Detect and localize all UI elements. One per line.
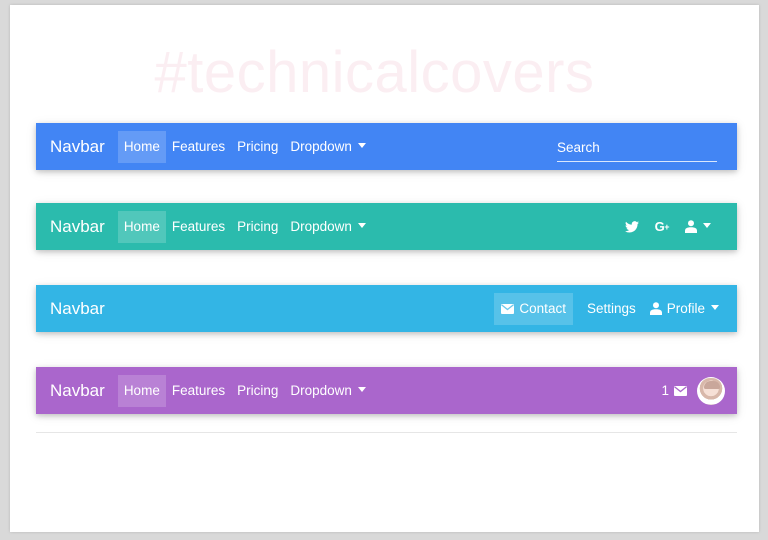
settings-link[interactable]: Settings [581,293,642,325]
nav-dropdown-label: Dropdown [290,138,352,154]
nav-links: Home Features Pricing Dropdown [117,123,372,170]
nav-dropdown-label: Dropdown [290,382,352,398]
twitter-icon[interactable] [617,212,647,242]
profile-dropdown[interactable]: Profile [649,301,719,316]
caret-down-icon [357,143,366,149]
navbar-teal: Navbar Home Features Pricing Dropdown G + [36,203,737,250]
navbar-purple: Navbar Home Features Pricing Dropdown 1 [36,367,737,414]
nav-pricing[interactable]: Pricing [231,211,284,243]
contact-link[interactable]: Contact [494,292,573,325]
social-icons: G + [617,212,719,242]
divider [36,432,737,433]
nav-dropdown[interactable]: Dropdown [284,211,372,243]
page: #technicalcovers Navbar Home Features Pr… [10,5,759,532]
nav-features[interactable]: Features [166,211,231,243]
google-plus-sup: + [664,221,669,232]
google-plus-icon[interactable]: G + [647,212,677,242]
caret-down-icon [357,387,366,393]
navbar-blue: Navbar Home Features Pricing Dropdown [36,123,737,170]
envelope-icon [501,303,515,314]
google-plus-g: G [654,219,665,234]
nav-dropdown[interactable]: Dropdown [284,131,372,163]
nav-dropdown[interactable]: Dropdown [284,375,372,407]
user-dropdown[interactable] [677,212,719,242]
navbar-brand[interactable]: Navbar [50,381,105,401]
watermark: #technicalcovers [154,40,595,105]
nav-home[interactable]: Home [117,210,166,243]
messages-link[interactable]: 1 [661,376,687,406]
avatar[interactable] [697,376,725,405]
nav-pricing[interactable]: Pricing [231,131,284,163]
caret-down-icon [703,223,711,228]
profile-label: Profile [666,301,705,316]
nav-links: Home Features Pricing Dropdown [117,367,372,414]
user-icon [685,220,697,233]
contact-label: Contact [519,301,566,316]
nav-features[interactable]: Features [166,131,231,163]
nav-home[interactable]: Home [117,130,166,163]
nav-pricing[interactable]: Pricing [231,375,284,407]
navbar-brand[interactable]: Navbar [50,217,105,237]
caret-down-icon [711,305,719,310]
nav-links: Home Features Pricing Dropdown [117,203,372,250]
search-input[interactable] [557,135,717,162]
nav-dropdown-label: Dropdown [290,218,352,234]
envelope-icon [674,385,687,396]
caret-down-icon [357,223,366,229]
navbar-brand[interactable]: Navbar [50,137,105,157]
navbar-brand[interactable]: Navbar [50,299,105,319]
nav-features[interactable]: Features [166,375,231,407]
navbar-lightblue: Navbar Contact Settings Profile [36,285,737,332]
nav-home[interactable]: Home [117,374,166,407]
user-icon [649,302,662,315]
message-count: 1 [661,383,669,398]
